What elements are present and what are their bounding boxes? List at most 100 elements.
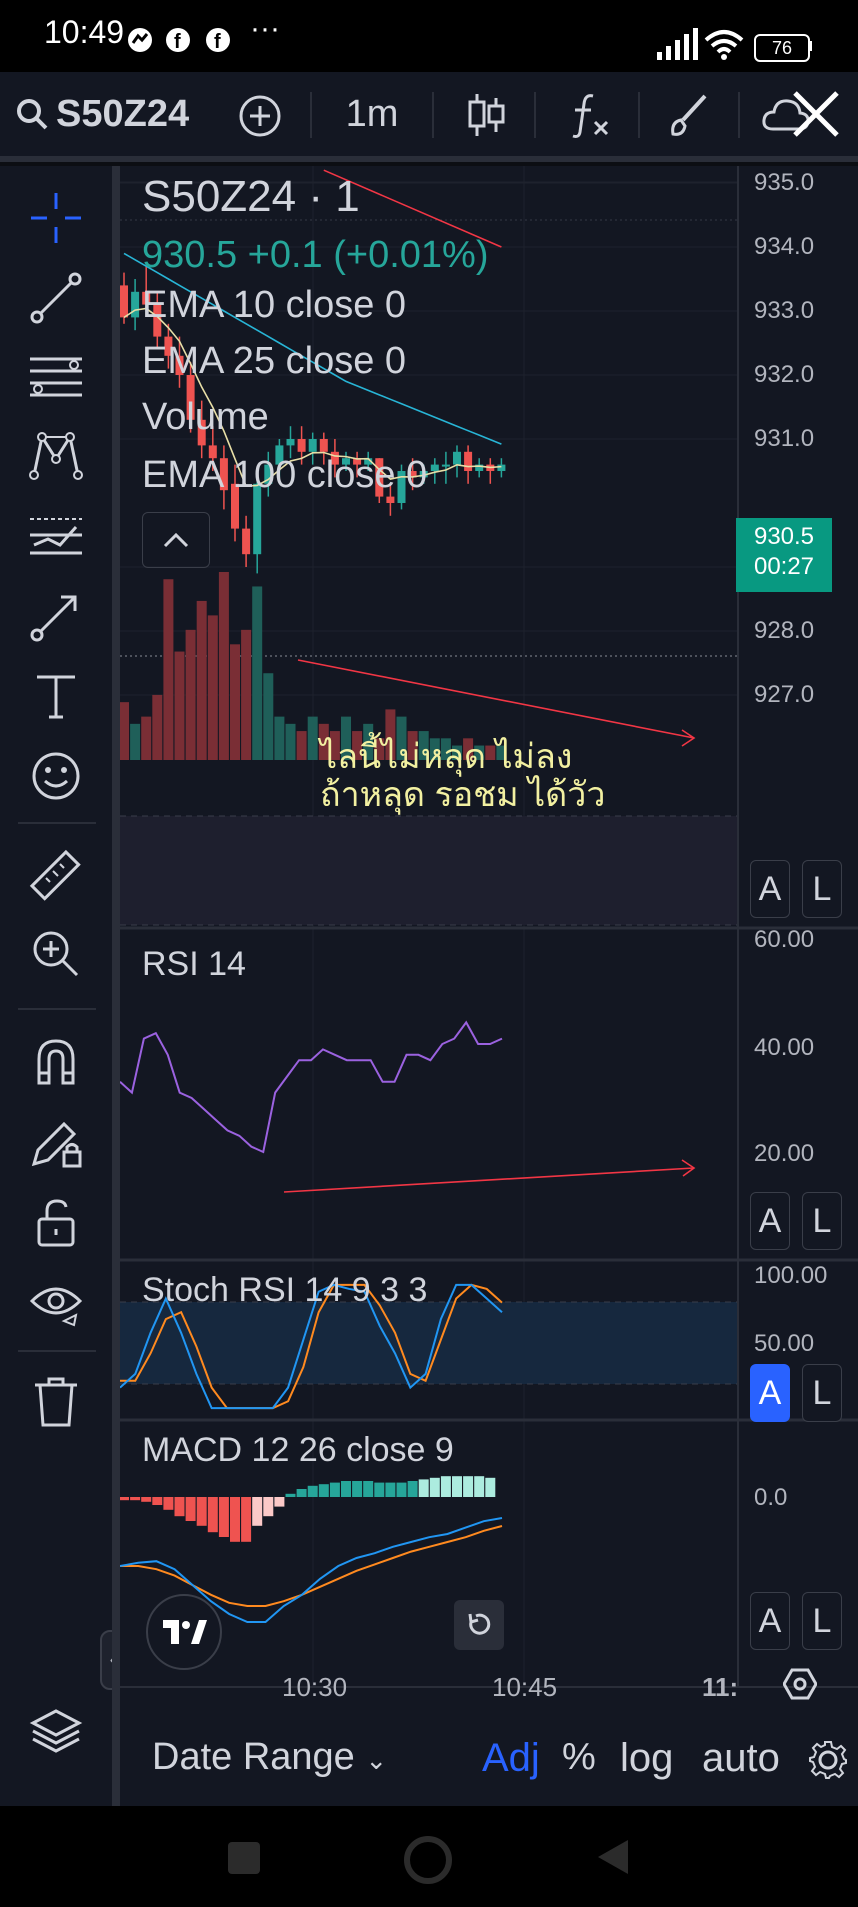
reset-chart-button[interactable] (454, 1600, 504, 1650)
candle-body (297, 439, 306, 452)
magnet-tool[interactable] (20, 1026, 92, 1098)
zoom-tool[interactable] (20, 918, 92, 990)
auto-scale-toggle[interactable]: auto (702, 1736, 780, 1781)
macd-hist-bar (241, 1497, 252, 1542)
auto-scale-button[interactable]: A (750, 1192, 790, 1250)
tv-logo-icon (163, 1620, 207, 1644)
symbol-legend[interactable]: S50Z24 · 1 (142, 172, 360, 222)
macd-hist-bar (418, 1479, 429, 1497)
toolbar-border (112, 166, 120, 1806)
current-price-badge: 930.5 00:27 (736, 518, 832, 592)
volume-bar (241, 629, 252, 760)
indicator-legend-rsi[interactable]: RSI 14 (142, 942, 246, 985)
arrow-tool[interactable] (20, 580, 92, 652)
fib-tool[interactable] (20, 342, 92, 414)
battery-level: 76 (771, 37, 793, 58)
macd-hist-bar (230, 1497, 240, 1542)
trend-line-tool[interactable] (20, 262, 92, 334)
collapse-legend-button[interactable] (142, 512, 210, 568)
search-icon (17, 99, 48, 130)
auto-scale-button[interactable]: A (750, 860, 790, 918)
chevron-up-icon (163, 532, 189, 548)
measure-tool[interactable] (20, 840, 92, 912)
candles-icon (468, 94, 505, 136)
prediction-tool[interactable] (20, 500, 92, 572)
lock-scale-button[interactable]: L (802, 1192, 842, 1250)
indicator-legend-ema25[interactable]: EMA 25 close 0 (142, 340, 406, 383)
back-button[interactable] (596, 1838, 630, 1876)
volume-bar (263, 673, 274, 760)
auto-scale-button-active[interactable]: A (750, 1364, 790, 1422)
macd-hist-bar (318, 1484, 329, 1497)
pattern-tool[interactable] (20, 420, 92, 492)
lock-scale-button[interactable]: L (802, 1592, 842, 1650)
text-tool[interactable] (20, 660, 92, 732)
time-axis-settings-button[interactable] (780, 1664, 820, 1704)
volume-bar (120, 702, 129, 760)
remove-drawings-tool[interactable] (20, 1366, 92, 1438)
visibility-tool[interactable] (20, 1266, 92, 1338)
object-tree-button[interactable] (20, 1696, 92, 1768)
price-axis-label: 934.0 (754, 233, 815, 260)
chart-area[interactable]: S50Z24 · 1 930.5 +0.1 (+0.01%) EMA 10 cl… (120, 166, 858, 1721)
lock-scale-button[interactable]: L (802, 1364, 842, 1422)
price-change-legend: 930.5 +0.1 (+0.01%) (142, 234, 489, 276)
time-axis-label: 10:30 (282, 1672, 348, 1702)
macd-hist-bar (120, 1497, 129, 1501)
close-button[interactable] (786, 84, 846, 144)
rsi-line (120, 1020, 503, 1154)
smile-icon (32, 752, 80, 800)
stoch-axis-label: 100.00 (754, 1262, 828, 1289)
macd-hist-bar (174, 1497, 185, 1517)
more-notifications: ··· (250, 12, 280, 45)
arrow-icon (30, 595, 77, 642)
emoji-tool[interactable] (20, 740, 92, 812)
price-axis-label: 932.0 (754, 361, 815, 388)
macd-hist-bar (274, 1497, 285, 1507)
forecast-icon (30, 518, 82, 555)
macd-hist-bar (207, 1497, 218, 1533)
log-scale-button[interactable]: log (620, 1736, 673, 1781)
svg-text:f: f (174, 31, 181, 53)
compare-symbol-button[interactable] (236, 92, 284, 140)
home-button[interactable] (404, 1836, 452, 1884)
macd-hist-bar (141, 1497, 152, 1502)
indicators-button[interactable] (564, 90, 614, 140)
price-axis-label: 935.0 (754, 169, 815, 196)
trash-icon (35, 1377, 77, 1427)
candle-body (286, 439, 295, 446)
volume-bar (185, 629, 196, 760)
lock-tool[interactable] (20, 1186, 92, 1258)
lock-scale-button[interactable]: L (802, 860, 842, 918)
indicator-legend-volume[interactable]: Volume (142, 396, 269, 439)
macd-hist-bar (474, 1476, 485, 1497)
chart-type-button[interactable] (462, 90, 510, 140)
recents-button[interactable] (228, 1842, 260, 1874)
adjust-button[interactable]: Adj (482, 1736, 540, 1781)
indicator-legend-stoch-rsi[interactable]: Stoch RSI 14 9 3 3 (142, 1268, 427, 1311)
interval-button[interactable]: 1m (332, 88, 412, 140)
svg-text:f: f (214, 31, 221, 53)
symbol-search[interactable]: S50Z24 (14, 88, 196, 140)
volume-bar (285, 723, 296, 760)
rsi-band-fill (120, 816, 738, 925)
lock-drawings-edit-tool[interactable] (20, 1106, 92, 1178)
auto-scale-button[interactable]: A (750, 1592, 790, 1650)
indicator-legend-ema100[interactable]: EMA 100 close 0 (142, 454, 427, 497)
chevron-down-icon: ⌄ (365, 1745, 388, 1775)
drawings-button[interactable] (662, 90, 712, 140)
volume-bar (230, 644, 240, 760)
time-axis-label: 10:45 (492, 1672, 558, 1702)
chart-annotation[interactable]: ไลนี้ไม่หลุด ไม่ลง ถ้าหลุด รอชม ได้วัว (320, 738, 605, 814)
candle-body (308, 439, 317, 452)
macd-hist-bar (130, 1497, 141, 1501)
indicator-legend-macd[interactable]: MACD 12 26 close 9 (142, 1428, 454, 1471)
macd-hist-bar (363, 1481, 374, 1497)
chart-settings-button[interactable] (808, 1740, 848, 1780)
indicator-legend-ema10[interactable]: EMA 10 close 0 (142, 284, 406, 327)
date-range-button[interactable]: Date Range ⌄ (152, 1736, 387, 1779)
percent-scale-button[interactable]: % (562, 1736, 596, 1779)
crosshair-tool[interactable] (20, 182, 92, 254)
tradingview-logo[interactable] (146, 1594, 222, 1670)
unlock-icon (37, 1199, 75, 1247)
